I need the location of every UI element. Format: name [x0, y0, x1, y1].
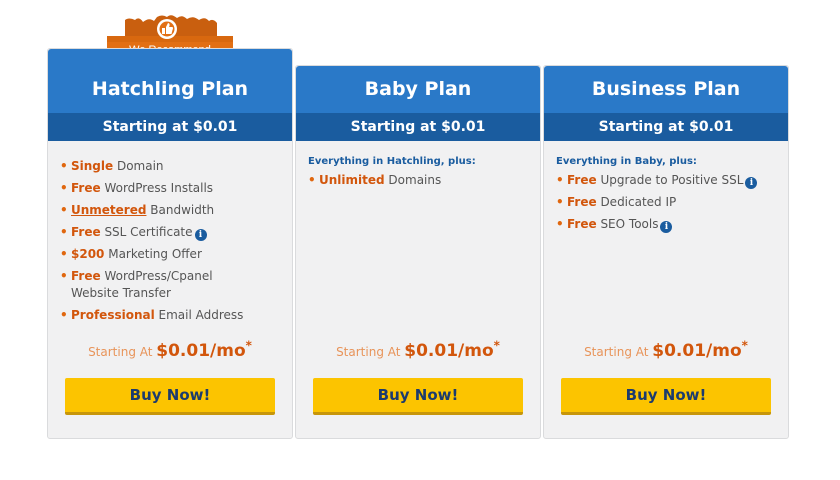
feature-text: SEO Tools [596, 217, 659, 231]
plan-features: • Single Domain • Free WordPress Installs … [48, 141, 292, 448]
price-label: Starting At [336, 345, 405, 359]
price-value: $0.01/mo [404, 341, 494, 361]
bullet-icon: • [60, 159, 68, 173]
feature-list: • Unlimited Domains [308, 172, 528, 189]
feature-item: • Unmetered Bandwidth [60, 202, 280, 219]
feature-text: Domain [113, 159, 164, 173]
price-row: Starting At $0.01/mo* [48, 338, 292, 361]
plan-title: Hatchling Plan [48, 49, 292, 113]
bullet-icon: • [556, 217, 564, 231]
price-value: $0.01/mo [156, 341, 246, 361]
feature-text: Marketing Offer [104, 247, 202, 261]
plan-title: Baby Plan [296, 66, 540, 113]
price-asterisk: * [741, 338, 748, 353]
buy-now-button[interactable]: Buy Now! [65, 378, 275, 415]
feature-text: Bandwidth [146, 203, 215, 217]
feature-list: • Single Domain • Free WordPress Installs … [60, 158, 280, 324]
feature-item: • Single Domain [60, 158, 280, 175]
bullet-icon: • [60, 308, 68, 322]
info-icon[interactable]: i [745, 177, 758, 189]
feature-highlight: Professional [71, 308, 155, 322]
feature-item: • Free Dedicated IP [556, 194, 776, 211]
feature-highlight: Free [71, 225, 101, 239]
feature-text: Domains [384, 173, 442, 187]
feature-item: • Free SEO Tools i [556, 216, 776, 233]
price-value: $0.01/mo [652, 341, 742, 361]
feature-highlight: Free [567, 195, 597, 209]
plan-features: Everything in Baby, plus: • Free Upgrade … [544, 141, 788, 448]
price-row: Starting At $0.01/mo* [296, 338, 540, 361]
plan-starting-price: Starting at $0.01 [48, 113, 292, 141]
buy-now-button[interactable]: Buy Now! [561, 378, 771, 415]
bullet-icon: • [60, 247, 68, 261]
feature-highlight: Unlimited [319, 173, 385, 187]
bullet-icon: • [60, 269, 68, 283]
feature-item: • Free WordPress/Cpanel Website Transfer [60, 268, 231, 302]
price-asterisk: * [245, 338, 252, 353]
feature-text: SSL Certificate [100, 225, 193, 239]
bullet-icon: • [556, 195, 564, 209]
feature-item: • Professional Email Address [60, 307, 280, 324]
feature-text: Dedicated IP [596, 195, 677, 209]
plan-card-baby: Baby Plan Starting at $0.01 Everything i… [295, 65, 541, 439]
plan-card-hatchling: Hatchling Plan Starting at $0.01 • Single… [47, 48, 293, 439]
price-row: Starting At $0.01/mo* [544, 338, 788, 361]
plan-card-business: Business Plan Starting at $0.01 Everythi… [543, 65, 789, 439]
feature-item: • Free Upgrade to Positive SSL i [556, 172, 776, 189]
feature-text: WordPress Installs [100, 181, 214, 195]
info-icon[interactable]: i [194, 229, 207, 241]
feature-highlight-link[interactable]: Unmetered [71, 203, 146, 217]
info-icon[interactable]: i [660, 221, 673, 233]
bullet-icon: • [60, 225, 68, 239]
bullet-icon: • [60, 181, 68, 195]
feature-highlight: Single [71, 159, 114, 173]
feature-highlight: Free [71, 269, 101, 283]
bullet-icon: • [60, 203, 68, 217]
feature-item: • $200 Marketing Offer [60, 246, 280, 263]
feature-highlight: $200 [71, 247, 105, 261]
plan-features: Everything in Hatchling, plus: • Unlimite… [296, 141, 540, 448]
feature-highlight: Free [71, 181, 101, 195]
feature-highlight: Free [567, 173, 597, 187]
buy-now-button[interactable]: Buy Now! [313, 378, 523, 415]
plan-title: Business Plan [544, 66, 788, 113]
plan-starting-price: Starting at $0.01 [544, 113, 788, 141]
feature-item: • Unlimited Domains [308, 172, 528, 189]
bullet-icon: • [556, 173, 564, 187]
feature-highlight: Free [567, 217, 597, 231]
feature-item: • Free SSL Certificate i [60, 224, 280, 241]
bullet-icon: • [308, 173, 316, 187]
feature-text: Upgrade to Positive SSL [596, 173, 744, 187]
price-asterisk: * [493, 338, 500, 353]
plan-intro: Everything in Hatchling, plus: [308, 156, 476, 167]
plan-intro: Everything in Baby, plus: [556, 156, 697, 167]
thumbs-up-icon [157, 19, 177, 39]
feature-list: • Free Upgrade to Positive SSL i • Free Ded… [556, 172, 776, 233]
feature-text: Email Address [154, 308, 244, 322]
plan-starting-price: Starting at $0.01 [296, 113, 540, 141]
feature-item: • Free WordPress Installs [60, 180, 280, 197]
price-label: Starting At [88, 345, 157, 359]
price-label: Starting At [584, 345, 653, 359]
